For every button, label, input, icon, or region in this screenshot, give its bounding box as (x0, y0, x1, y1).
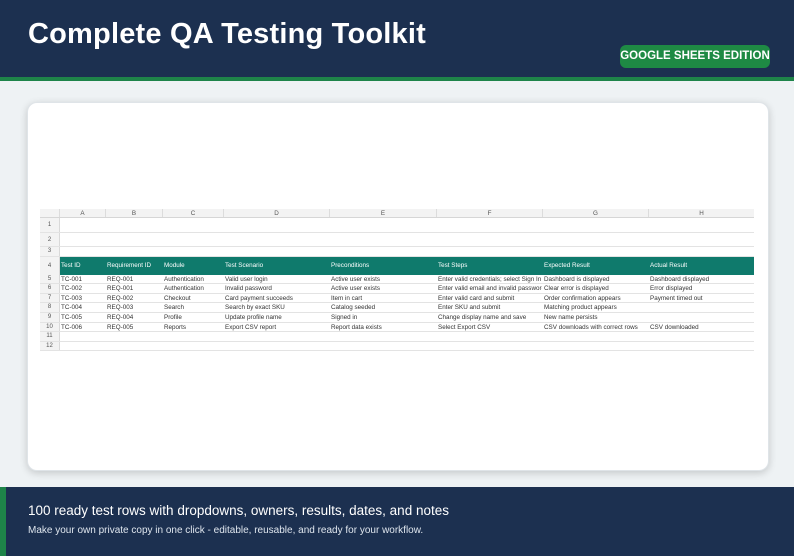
table-cell[interactable]: Search (162, 303, 223, 312)
column-header[interactable]: Test Steps (436, 257, 542, 275)
row-number[interactable]: 3 (40, 247, 60, 256)
table-cell[interactable]: Select Export CSV (436, 323, 542, 332)
row-number[interactable]: 1 (40, 218, 60, 232)
select-all-corner[interactable] (40, 209, 60, 217)
column-header[interactable]: Module (162, 257, 223, 275)
table-row: 1 (40, 218, 754, 233)
table-cell[interactable]: Authentication (162, 275, 223, 284)
bottom-banner: 100 ready test rows with dropdowns, owne… (0, 487, 794, 556)
table-cell[interactable] (648, 303, 754, 312)
column-header[interactable]: Expected Result (542, 257, 648, 275)
table-cell[interactable]: Authentication (162, 284, 223, 293)
table-cell[interactable]: Change display name and save (436, 313, 542, 322)
table-row: 3 (40, 247, 754, 257)
table-cell[interactable]: Invalid password (223, 284, 329, 293)
table-cell[interactable]: Payment timed out (648, 294, 754, 303)
table-cell[interactable]: REQ-002 (105, 294, 162, 303)
row-number[interactable]: 4 (40, 256, 60, 275)
table-row: 11 (40, 332, 754, 342)
column-letter-c[interactable]: C (162, 209, 223, 217)
row-number[interactable]: 5 (40, 274, 60, 284)
footer-accent-stripe (0, 487, 6, 556)
top-banner: Complete QA Testing Toolkit GOOGLE SHEET… (0, 0, 794, 77)
table-row: 5 TC-001 REQ-001 Authentication Valid user l… (40, 274, 754, 285)
table-cell[interactable]: TC-001 (59, 275, 105, 284)
column-letter-b[interactable]: B (105, 209, 162, 217)
table-cell[interactable]: Clear error is displayed (542, 284, 648, 293)
table-cell[interactable]: Update profile name (223, 313, 329, 322)
features-subline: Make your own private copy in one click … (28, 525, 424, 536)
table-cell[interactable]: Report data exists (329, 323, 436, 332)
table-row: 7 TC-003 REQ-002 Checkout Card payment succe… (40, 293, 754, 304)
table-cell[interactable]: Error displayed (648, 284, 754, 293)
column-header[interactable]: Test Scenario (223, 257, 329, 275)
table-cell[interactable]: Order confirmation appears (542, 294, 648, 303)
table-cell[interactable]: Matching product appears (542, 303, 648, 312)
table-row: 9 TC-005 REQ-004 Profile Update profile name… (40, 312, 754, 323)
table-cell[interactable]: REQ-003 (105, 303, 162, 312)
row-number[interactable]: 6 (40, 284, 60, 293)
column-header[interactable]: Test ID (59, 257, 105, 275)
table-row: 10 TC-006 REQ-005 Reports Export CSV report R… (40, 322, 754, 333)
table-cell[interactable]: Enter valid credentials; select Sign In (436, 275, 542, 284)
column-letter-f[interactable]: F (436, 209, 542, 217)
table-header-row: 4 Test ID Requirement ID Module Test Scenari… (40, 256, 754, 275)
table-cell[interactable]: Item in cart (329, 294, 436, 303)
table-cell[interactable]: Catalog seeded (329, 303, 436, 312)
column-header[interactable]: Requirement ID (105, 257, 162, 275)
table-cell[interactable]: Card payment succeeds (223, 294, 329, 303)
table-cell[interactable]: Valid user login (223, 275, 329, 284)
table-cell[interactable]: Active user exists (329, 275, 436, 284)
column-header[interactable]: Actual Result (648, 257, 754, 275)
table-row: 8 TC-004 REQ-003 Search Search by exact SKU C… (40, 303, 754, 313)
table-cell[interactable]: TC-005 (59, 313, 105, 322)
column-letter-e[interactable]: E (329, 209, 436, 217)
column-letter-a[interactable]: A (59, 209, 105, 217)
table-cell[interactable]: TC-003 (59, 294, 105, 303)
column-letter-g[interactable]: G (542, 209, 648, 217)
row-number[interactable]: 11 (40, 332, 60, 341)
table-cell[interactable]: Active user exists (329, 284, 436, 293)
table-cell[interactable]: TC-006 (59, 323, 105, 332)
features-headline: 100 ready test rows with dropdowns, owne… (28, 503, 449, 518)
row-number[interactable]: 8 (40, 303, 60, 312)
column-letter-h[interactable]: H (648, 209, 754, 217)
table-cell[interactable]: Reports (162, 323, 223, 332)
table-row: 6 TC-002 REQ-001 Authentication Invalid pass… (40, 284, 754, 294)
table-cell[interactable]: Profile (162, 313, 223, 322)
banner-accent-stripe (0, 77, 794, 81)
column-header-row: ABCDEFGH (40, 209, 754, 218)
table-cell[interactable] (648, 313, 754, 322)
table-cell[interactable]: REQ-001 (105, 284, 162, 293)
table-cell[interactable]: TC-004 (59, 303, 105, 312)
table-cell[interactable]: Enter SKU and submit (436, 303, 542, 312)
row-number[interactable]: 10 (40, 322, 60, 332)
table-cell[interactable]: Checkout (162, 294, 223, 303)
row-number[interactable]: 9 (40, 312, 60, 322)
table-cell[interactable]: REQ-001 (105, 275, 162, 284)
table-cell[interactable]: TC-002 (59, 284, 105, 293)
edition-badge: GOOGLE SHEETS EDITION (620, 45, 770, 68)
column-header[interactable]: Preconditions (329, 257, 436, 275)
table-cell[interactable]: Dashboard is displayed (542, 275, 648, 284)
table-row: 2 (40, 232, 754, 247)
table-row: 12 (40, 341, 754, 352)
table-cell[interactable]: Export CSV report (223, 323, 329, 332)
column-letter-d[interactable]: D (223, 209, 329, 217)
table-cell[interactable]: CSV downloaded (648, 323, 754, 332)
table-cell[interactable]: Enter valid email and invalid password (436, 284, 542, 293)
table-cell[interactable]: New name persists (542, 313, 648, 322)
row-number[interactable]: 2 (40, 232, 60, 246)
table-cell[interactable]: Signed in (329, 313, 436, 322)
row-number[interactable]: 12 (40, 341, 60, 351)
table-cell[interactable]: Enter valid card and submit (436, 294, 542, 303)
row-number[interactable]: 7 (40, 293, 60, 303)
table-cell[interactable]: CSV downloads with correct rows (542, 323, 648, 332)
table-cell[interactable]: REQ-005 (105, 323, 162, 332)
page-title: Complete QA Testing Toolkit (28, 18, 426, 50)
table-cell[interactable]: Search by exact SKU (223, 303, 329, 312)
table-cell[interactable]: Dashboard displayed (648, 275, 754, 284)
table-cell[interactable]: REQ-004 (105, 313, 162, 322)
spreadsheet-grid: A B C D E F G H 1 2 3 4 Test ID Requirement ID Module T… (40, 209, 754, 352)
